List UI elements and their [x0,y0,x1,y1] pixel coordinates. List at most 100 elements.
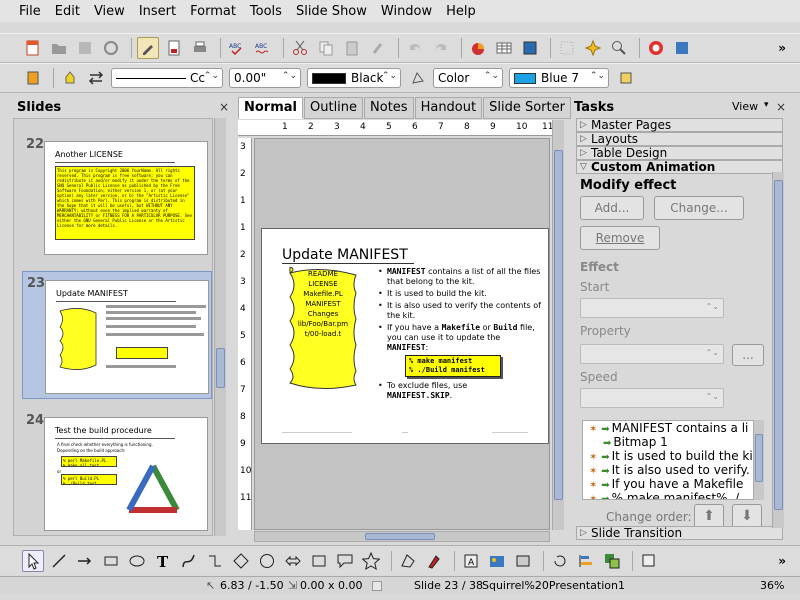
command-box[interactable]: % make manifest % ./Build manifest [405,355,501,377]
canvas-vertical-scrollbar[interactable] [552,120,564,530]
line-style-select[interactable]: Cc ⌃⌄ [111,68,223,88]
connector-tool-icon[interactable] [204,550,226,572]
from-file-icon[interactable]: A [460,550,482,572]
tab-handout[interactable]: Handout [414,97,483,119]
rotate-icon[interactable] [549,550,571,572]
helplines-icon[interactable] [556,37,578,59]
slide-thumbnail-list[interactable]: 22 Another LICENSE This program is Copyr… [13,118,213,536]
slide-thumbnail-24[interactable]: 24 Test the build procedure A final chec… [22,409,212,535]
menu-tools[interactable]: Tools [243,4,289,19]
undo-icon[interactable] [404,37,426,59]
cut-icon[interactable] [289,37,311,59]
horizontal-ruler[interactable]: 1 2 3 4 5 6 7 8 9 10 11 [238,120,554,136]
navigator-icon[interactable] [582,37,604,59]
menu-slide-show[interactable]: Slide Show [289,4,374,19]
section-table-design[interactable]: ▷ Table Design [576,146,783,160]
change-effect-button[interactable]: Change... [654,196,744,220]
list-item[interactable]: ✶ ➡ It is also used to verify. [583,463,763,477]
scrollbar-thumb[interactable] [755,434,763,482]
line-width-field[interactable]: 0.00" ⌃⌄ [229,68,301,88]
curve-tool-icon[interactable] [178,550,200,572]
tab-normal[interactable]: Normal [238,97,303,119]
zoom-level[interactable]: 36% [760,579,784,592]
speed-select[interactable]: ⌃⌄ [580,388,724,408]
scrollbar-thumb[interactable] [216,348,225,388]
clone-formatting-icon[interactable] [367,37,389,59]
print-icon[interactable] [189,37,211,59]
list-item[interactable]: ✶ ➡% make manifest% ./... [583,491,763,499]
move-up-button[interactable]: ⬆ [694,504,724,528]
flowchart-icon[interactable] [308,550,330,572]
close-icon[interactable]: × [776,100,786,114]
help-icon[interactable] [645,37,667,59]
copy-icon[interactable] [315,37,337,59]
animation-effects-list[interactable]: ✶ ➡ MANIFEST contains a li ➡ Bitmap 1 ✶ ➡ I… [582,420,764,500]
new-document-icon[interactable] [22,37,44,59]
save-icon[interactable] [74,37,96,59]
display-grid-icon[interactable] [519,37,541,59]
callouts-icon[interactable] [334,550,356,572]
menu-insert[interactable]: Insert [132,4,183,19]
stars-icon[interactable] [360,550,382,572]
slide-design-icon[interactable] [671,37,693,59]
tab-notes[interactable]: Notes [364,97,414,119]
add-effect-button[interactable]: Add... [580,196,644,220]
gallery-icon[interactable] [486,550,508,572]
area-color-select[interactable]: Blue 7 ⌃⌄ [509,68,609,88]
points-icon[interactable] [397,550,419,572]
canvas-horizontal-scrollbar[interactable] [254,531,550,542]
redo-icon[interactable] [430,37,452,59]
section-layouts[interactable]: ▷ Layouts [576,132,783,146]
symbol-shapes-icon[interactable] [256,550,278,572]
slide-bullet-list[interactable]: MANIFEST contains a list of all the file… [378,267,542,403]
block-arrows-icon[interactable] [282,550,304,572]
list-item[interactable]: ✶ ➡ MANIFEST contains a li [583,421,763,435]
arrange-icon[interactable] [601,550,623,572]
select-icon[interactable] [22,549,44,572]
remove-effect-button[interactable]: Remove [580,226,660,250]
list-item[interactable]: ➡ Bitmap 1 [583,435,763,449]
edit-file-icon[interactable] [137,37,159,59]
line-color-select[interactable]: Black ⌃⌄ [307,68,401,88]
close-icon[interactable]: × [219,100,229,114]
toolbar-overflow-icon[interactable]: » [778,41,786,55]
extrusion-icon[interactable] [512,550,534,572]
menu-help[interactable]: Help [439,4,483,19]
list-item[interactable]: ✶ ➡ It is used to build the ki [583,449,763,463]
view-menu-button[interactable]: View [732,100,758,113]
shadow-toggle-icon[interactable] [638,550,660,572]
document-modified-indicator[interactable] [372,581,382,591]
toolbar-overflow-icon[interactable]: » [778,554,786,568]
zoom-icon[interactable] [608,37,630,59]
effects-scrollbar[interactable] [753,420,764,500]
menu-window[interactable]: Window [374,4,439,19]
mail-icon[interactable] [100,37,122,59]
menu-file[interactable]: File [12,4,48,19]
chart-icon[interactable] [467,37,489,59]
tab-slide-sorter[interactable]: Slide Sorter [483,97,571,119]
arrow-style-icon[interactable] [85,67,107,89]
scrollbar-thumb[interactable] [774,180,783,510]
slide-thumbnail-22[interactable]: 22 Another LICENSE This program is Copyr… [22,133,212,261]
export-pdf-icon[interactable] [163,37,185,59]
fill-bucket-icon[interactable] [59,67,81,89]
menu-format[interactable]: Format [183,4,243,19]
list-item[interactable]: ✶ ➡ If you have a Makefile [583,477,763,491]
slide[interactable]: Update MANIFEST README LICENSE Makefile.… [261,228,549,444]
property-options-button[interactable]: ... [732,344,764,366]
move-down-button[interactable]: ⬇ [732,504,762,528]
slide-canvas[interactable]: Update MANIFEST README LICENSE Makefile.… [254,138,550,530]
menu-edit[interactable]: Edit [48,4,87,19]
arrow-tool-icon[interactable] [74,550,96,572]
slide-title[interactable]: Update MANIFEST [282,247,408,263]
line-icon[interactable] [22,67,44,89]
area-icon[interactable] [407,67,429,89]
tab-outline[interactable]: Outline [304,97,364,119]
text-tool-icon[interactable]: T [152,550,174,572]
scrollbar-thumb[interactable] [365,533,435,540]
spellcheck-icon[interactable]: ABC [226,37,248,59]
basic-shapes-icon[interactable] [230,550,252,572]
table-icon[interactable] [493,37,515,59]
open-icon[interactable] [48,37,70,59]
vertical-ruler[interactable]: 3 2 1 1 2 3 4 5 6 7 8 9 10 11 [238,138,252,530]
